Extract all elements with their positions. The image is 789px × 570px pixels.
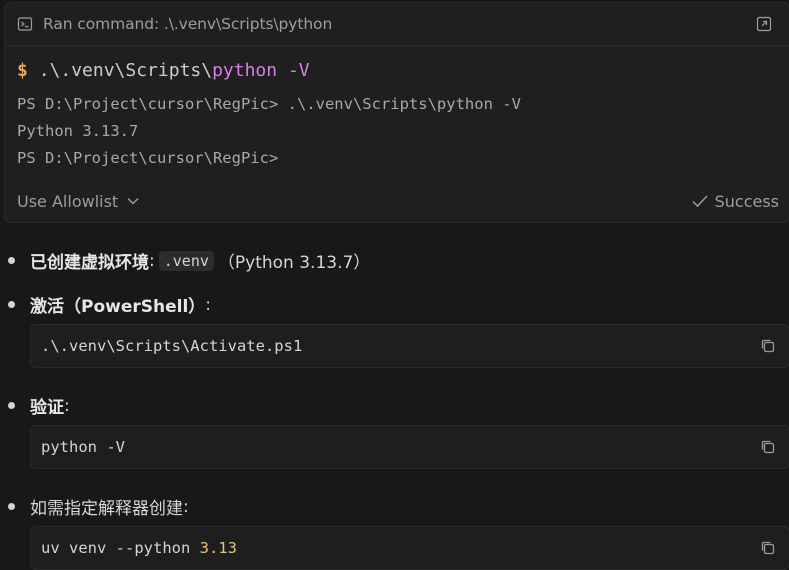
bullet-separator: : — [149, 250, 155, 271]
command-line: $ .\.venv\Scripts\python -V — [17, 60, 310, 81]
bullet-separator: : — [64, 395, 70, 416]
command-flag: -V — [287, 60, 310, 81]
terminal-icon — [17, 16, 33, 32]
terminal-output-line: PS D:\Project\cursor\RegPic> .\.venv\Scr… — [17, 95, 521, 113]
copy-icon[interactable] — [759, 337, 777, 355]
prompt-symbol: $ — [17, 60, 28, 81]
use-allowlist-dropdown[interactable]: Use Allowlist — [17, 192, 140, 211]
list-item: 已创建虚拟环境: .venv （Python 3.13.7） — [8, 248, 370, 273]
code-text: .\.venv\Scripts\Activate.ps1 — [41, 337, 303, 355]
terminal-card: Ran command: .\.venv\Scripts\python $ .\… — [4, 2, 789, 223]
bullet-suffix: （Python 3.13.7） — [217, 253, 371, 273]
list-item: 验证: — [8, 393, 70, 418]
copy-icon[interactable] — [759, 438, 777, 456]
bullet-heading: 激活（PowerShell） — [30, 297, 206, 317]
terminal-header: Ran command: .\.venv\Scripts\python — [5, 3, 789, 46]
code-number: 3.13 — [199, 539, 237, 557]
bullet-separator: : — [183, 496, 189, 517]
check-icon — [691, 193, 709, 209]
command-path: .\.venv\Scripts\ — [38, 60, 213, 81]
status-indicator: Success — [691, 192, 779, 211]
list-item: 激活（PowerShell）: — [8, 292, 211, 317]
code-block: uv venv --python 3.13 — [30, 526, 789, 570]
bullet-dot — [8, 503, 15, 510]
bullet-text: 如需指定解释器创建 — [30, 499, 183, 519]
code-text: uv venv --python 3.13 — [41, 539, 759, 557]
code-block: .\.venv\Scripts\Activate.ps1 — [30, 324, 789, 368]
terminal-output-line: Python 3.13.7 — [17, 122, 139, 140]
chevron-down-icon — [126, 196, 140, 206]
code-text: python -V — [41, 438, 125, 456]
inline-code: .venv — [158, 250, 214, 271]
allowlist-label: Use Allowlist — [17, 191, 119, 211]
terminal-output-line: PS D:\Project\cursor\RegPic> — [17, 149, 279, 167]
terminal-footer: Use Allowlist Success — [17, 189, 779, 213]
bullet-dot — [8, 301, 15, 308]
bullet-heading: 已创建虚拟环境 — [30, 253, 149, 273]
code-prefix: uv venv --python — [41, 539, 200, 557]
bullet-heading: 验证 — [30, 398, 64, 418]
open-in-terminal-icon[interactable] — [755, 15, 773, 33]
copy-icon[interactable] — [759, 539, 777, 557]
bullet-dot — [8, 402, 15, 409]
status-label: Success — [714, 191, 779, 211]
terminal-title: Ran command: .\.venv\Scripts\python — [43, 15, 333, 33]
list-item: 如需指定解释器创建: — [8, 494, 189, 519]
bullet-separator: : — [205, 294, 212, 315]
bullet-dot — [8, 257, 15, 264]
code-block: python -V — [30, 425, 789, 469]
command-executable: python — [212, 60, 278, 81]
